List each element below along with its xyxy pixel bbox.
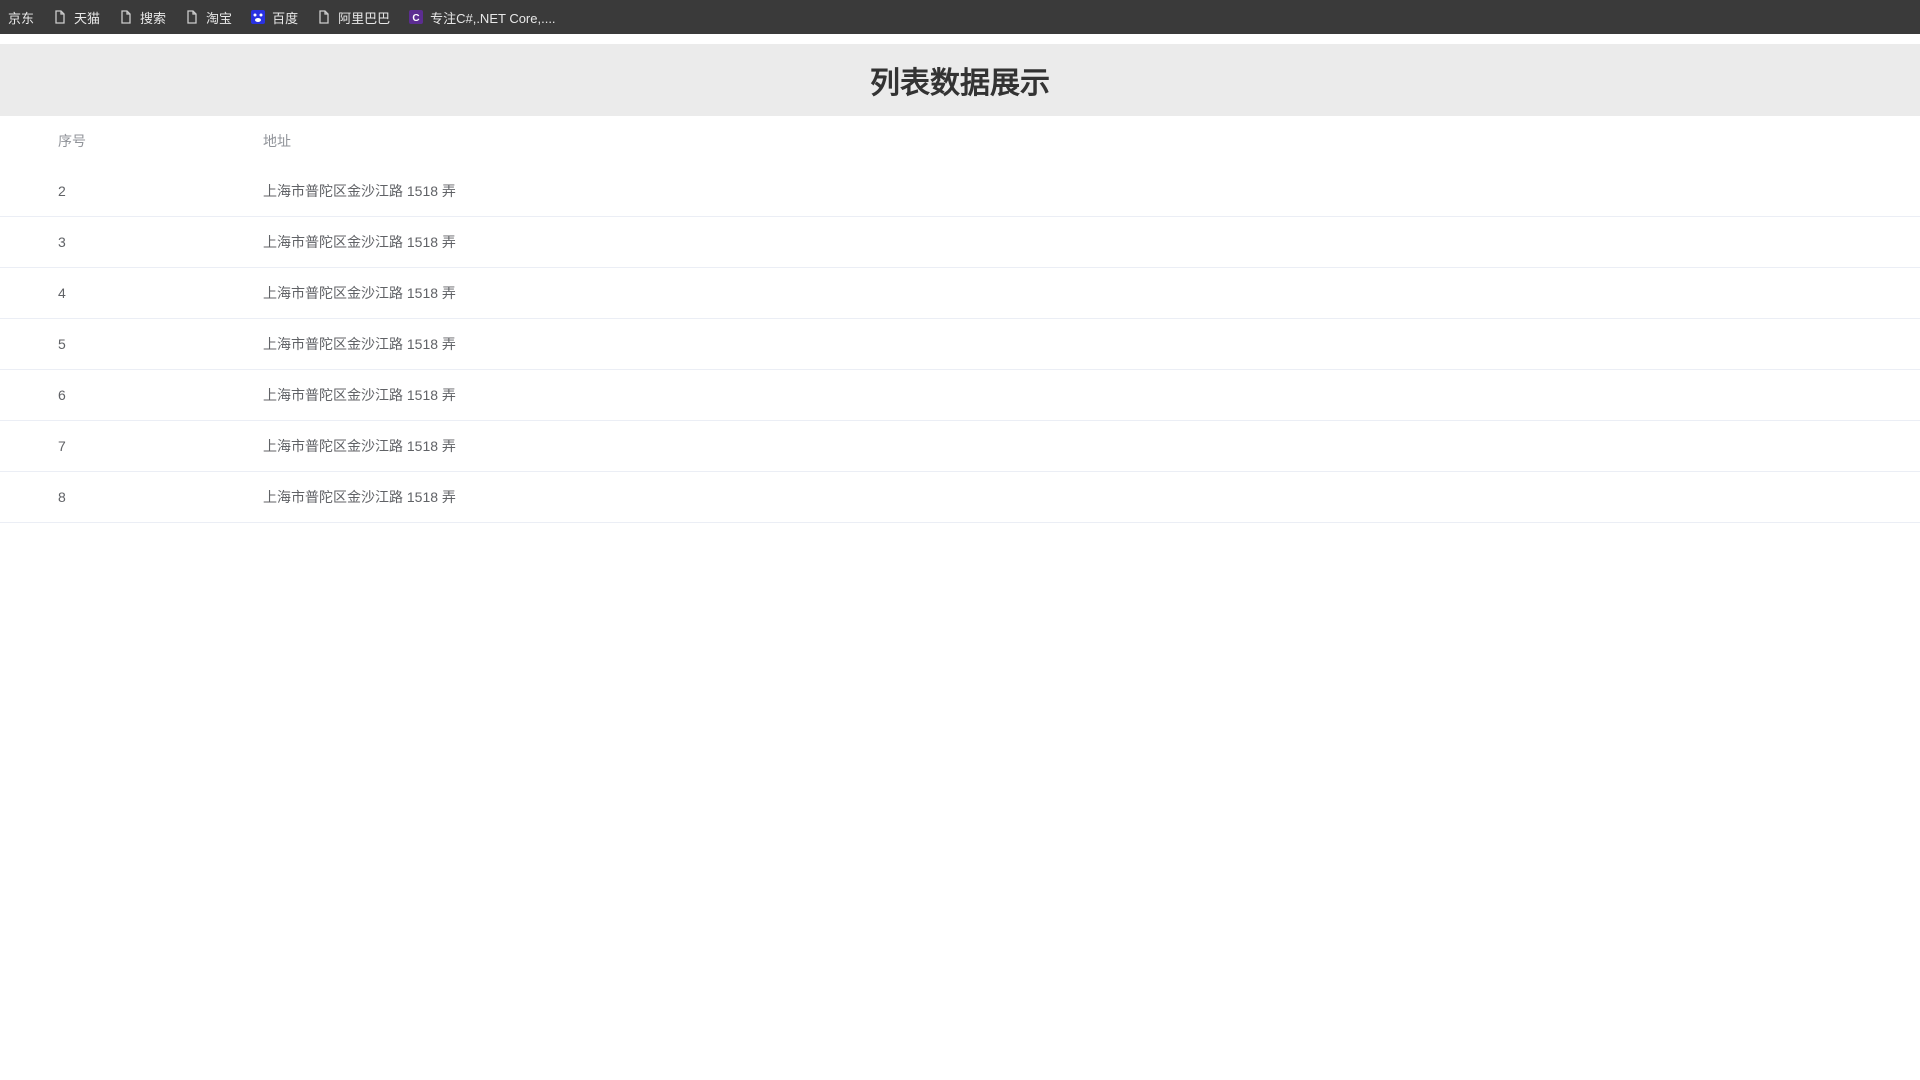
cell-address: 上海市普陀区金沙江路 1518 弄 <box>205 472 1920 522</box>
header-index: 序号 <box>0 116 205 166</box>
cell-address: 上海市普陀区金沙江路 1518 弄 <box>205 217 1920 267</box>
csharp-icon: C <box>408 9 424 25</box>
bookmark-taobao[interactable]: 淘宝 <box>180 4 236 31</box>
cell-index: 5 <box>0 321 205 367</box>
document-icon <box>316 9 332 25</box>
cell-index: 7 <box>0 423 205 469</box>
bookmark-label: 百度 <box>272 8 298 27</box>
cell-index: 2 <box>0 168 205 214</box>
baidu-icon <box>250 9 266 25</box>
table-row[interactable]: 3 上海市普陀区金沙江路 1518 弄 <box>0 217 1920 268</box>
document-icon <box>118 9 134 25</box>
page-title-bar: 列表数据展示 <box>0 44 1920 116</box>
cell-address: 上海市普陀区金沙江路 1518 弄 <box>205 421 1920 471</box>
bookmark-label: 专注C#,.NET Core,.... <box>430 8 555 27</box>
bookmark-tmall[interactable]: 天猫 <box>48 4 104 31</box>
data-table: 序号 地址 2 上海市普陀区金沙江路 1518 弄 3 上海市普陀区金沙江路 1… <box>0 116 1920 523</box>
table-row[interactable]: 4 上海市普陀区金沙江路 1518 弄 <box>0 268 1920 319</box>
cell-address: 上海市普陀区金沙江路 1518 弄 <box>205 268 1920 318</box>
table-row[interactable]: 2 上海市普陀区金沙江路 1518 弄 <box>0 166 1920 217</box>
document-icon <box>52 9 68 25</box>
cell-address: 上海市普陀区金沙江路 1518 弄 <box>205 370 1920 420</box>
svg-text:C: C <box>412 13 419 24</box>
bookmark-label: 搜索 <box>140 8 166 27</box>
table-row[interactable]: 5 上海市普陀区金沙江路 1518 弄 <box>0 319 1920 370</box>
bookmark-label: 京东 <box>8 8 34 27</box>
cell-index: 6 <box>0 372 205 418</box>
bookmark-label: 淘宝 <box>206 8 232 27</box>
page-title: 列表数据展示 <box>0 58 1920 102</box>
cell-index: 3 <box>0 219 205 265</box>
bookmark-bar: 京东 天猫 搜索 淘宝 百度 阿里巴巴 C 专注C#,.NET Core,.. <box>0 0 1920 34</box>
cell-index: 8 <box>0 474 205 520</box>
header-address: 地址 <box>205 116 1920 166</box>
table-row[interactable]: 8 上海市普陀区金沙江路 1518 弄 <box>0 472 1920 523</box>
table-header-row: 序号 地址 <box>0 116 1920 166</box>
table-row[interactable]: 7 上海市普陀区金沙江路 1518 弄 <box>0 421 1920 472</box>
table-row[interactable]: 6 上海市普陀区金沙江路 1518 弄 <box>0 370 1920 421</box>
bookmark-csharp[interactable]: C 专注C#,.NET Core,.... <box>404 4 559 31</box>
bookmark-label: 阿里巴巴 <box>338 8 390 27</box>
bookmark-search[interactable]: 搜索 <box>114 4 170 31</box>
document-icon <box>184 9 200 25</box>
bookmark-jingdong[interactable]: 京东 <box>4 4 38 31</box>
bookmark-alibaba[interactable]: 阿里巴巴 <box>312 4 394 31</box>
bookmark-baidu[interactable]: 百度 <box>246 4 302 31</box>
cell-address: 上海市普陀区金沙江路 1518 弄 <box>205 166 1920 216</box>
cell-index: 4 <box>0 270 205 316</box>
cell-address: 上海市普陀区金沙江路 1518 弄 <box>205 319 1920 369</box>
bookmark-label: 天猫 <box>74 8 100 27</box>
